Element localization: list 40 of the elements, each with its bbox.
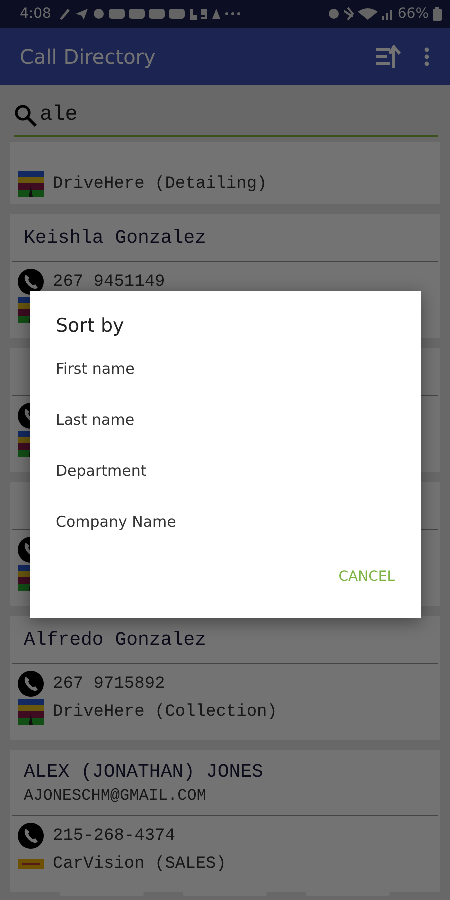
- video-icon: [149, 7, 166, 21]
- sort-option[interactable]: Department: [56, 459, 395, 510]
- company-name: DriveHere (Collection): [53, 702, 278, 722]
- company-name: DriveHere (Detailing): [53, 174, 268, 194]
- contact-card[interactable]: DriveHere (Detailing): [10, 142, 440, 204]
- sort-option[interactable]: Last name: [56, 408, 395, 459]
- battery-level: 66%: [398, 6, 429, 22]
- company-logo-icon: [18, 859, 44, 869]
- contact-name: Keishla Gonzalez: [24, 226, 208, 248]
- contact-name: Alfredo Gonzalez: [24, 628, 208, 650]
- signal-icon: [382, 7, 392, 21]
- sort-option[interactable]: Company Name: [56, 510, 395, 561]
- company-logo-icon: [18, 171, 44, 197]
- contact-email: AJONESCHM@GMAIL.COM: [24, 786, 208, 804]
- company-name: CarVision (SALES): [53, 854, 226, 874]
- search-icon: [14, 104, 38, 128]
- wifi-icon: [358, 7, 378, 21]
- contact-card[interactable]: ALEX (JONATHAN) JONES AJONESCHM@GMAIL.COM 215-268-4374 CarVision (SALES): [10, 750, 440, 892]
- more-icon: [225, 12, 242, 16]
- phone-number[interactable]: 267 9451149: [53, 272, 166, 292]
- video-icon: [109, 7, 126, 21]
- phone-number[interactable]: 267 9715892: [53, 674, 166, 694]
- phone-icon[interactable]: [18, 269, 44, 295]
- app-title: Call Directory: [20, 44, 156, 68]
- phone-number[interactable]: 215-268-4374: [53, 826, 176, 846]
- send-icon: [75, 7, 90, 21]
- contact-name: ALEX (JONATHAN) JONES: [24, 760, 264, 782]
- search-field[interactable]: ale: [14, 95, 438, 137]
- more-options-icon[interactable]: [424, 46, 430, 66]
- sort-icon[interactable]: [376, 44, 404, 68]
- dialog-title: Sort by: [56, 314, 126, 339]
- sort-option[interactable]: First name: [56, 357, 395, 408]
- cancel-button[interactable]: CANCEL: [338, 561, 395, 593]
- company-logo-icon: [18, 699, 44, 725]
- contact-card[interactable]: Alfredo Gonzalez 267 9715892 DriveHere (Collection): [10, 616, 440, 740]
- pen-icon: [59, 7, 72, 21]
- battery-icon: [433, 7, 442, 21]
- status-time: 4:08: [20, 6, 52, 22]
- video-icon: [169, 7, 186, 21]
- video-icon: [129, 7, 146, 21]
